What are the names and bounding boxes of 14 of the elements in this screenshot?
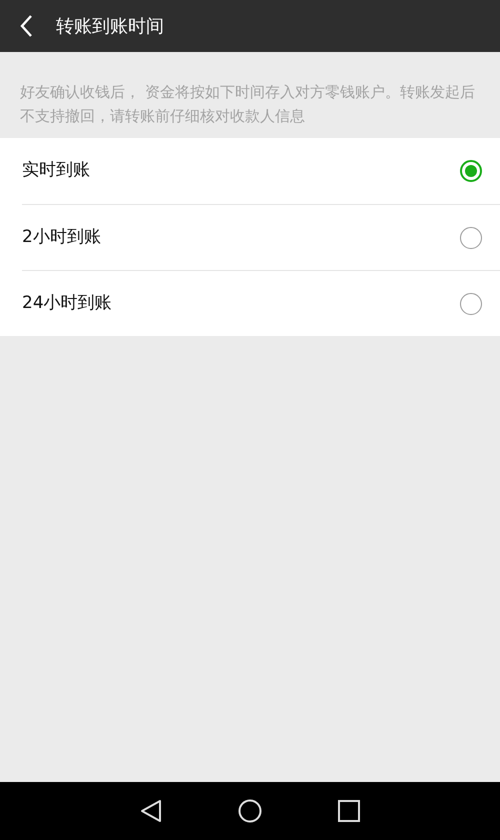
page-title: 转账到账时间 [56,14,164,38]
option-label: 24小时到账 [22,292,113,315]
description-text: 好友确认收钱后， 资金将按如下时间存入对方零钱账户。转账发起后不支持撤回，请转账前仔细核对收款人信息 [19,82,476,127]
option-row[interactable]: 24小时到账 [22,270,500,336]
recent-apps-icon[interactable] [338,800,360,822]
radio-button[interactable] [460,292,482,314]
option-label: 2小时到账 [22,226,102,249]
radio-button[interactable] [460,226,482,248]
option-row[interactable]: 2小时到账 [22,204,500,270]
radio-button[interactable] [460,160,482,182]
option-label: 实时到账 [22,159,91,182]
home-icon[interactable] [238,799,262,823]
back-icon[interactable] [140,799,162,823]
option-row[interactable]: 实时到账 [22,138,500,204]
